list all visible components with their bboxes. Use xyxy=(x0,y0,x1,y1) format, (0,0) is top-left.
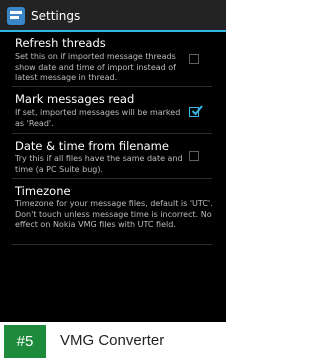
app-icon-bar xyxy=(10,16,19,19)
divider xyxy=(12,244,212,245)
rank-badge: #5 xyxy=(4,325,46,358)
date-time-from-filename-checkbox[interactable] xyxy=(189,151,199,161)
setting-summary: If set, imported messages will be marked… xyxy=(15,108,181,128)
setting-summary: Try this if all files have the same date… xyxy=(15,154,183,174)
settings-screen: Settings Refresh threads Set this on if … xyxy=(0,0,226,322)
setting-mark-messages-read[interactable]: Mark messages read If set, imported mess… xyxy=(0,88,226,136)
app-name: VMG Converter xyxy=(60,332,165,349)
setting-refresh-threads[interactable]: Refresh threads Set this on if imported … xyxy=(0,32,226,84)
check-icon xyxy=(191,105,203,116)
action-bar: Settings xyxy=(0,0,226,32)
page-title: Settings xyxy=(31,9,81,23)
setting-heading: Date & time from filename xyxy=(15,139,169,153)
app-icon[interactable] xyxy=(7,7,25,25)
mark-messages-read-checkbox[interactable] xyxy=(189,105,203,117)
setting-heading: Timezone xyxy=(15,184,71,198)
divider xyxy=(12,178,212,179)
setting-summary: Set this on if imported message threads … xyxy=(15,52,176,82)
app-icon-bar xyxy=(10,11,22,14)
setting-date-time-from-filename[interactable]: Date & time from filename Try this if al… xyxy=(0,135,226,181)
setting-heading: Refresh threads xyxy=(15,36,106,50)
setting-timezone[interactable]: Timezone Timezone for your message files… xyxy=(0,180,226,242)
divider xyxy=(12,133,212,134)
setting-heading: Mark messages read xyxy=(15,92,135,106)
refresh-threads-checkbox[interactable] xyxy=(189,54,199,64)
setting-summary: Timezone for your message files, default… xyxy=(15,199,213,229)
divider xyxy=(12,86,212,87)
